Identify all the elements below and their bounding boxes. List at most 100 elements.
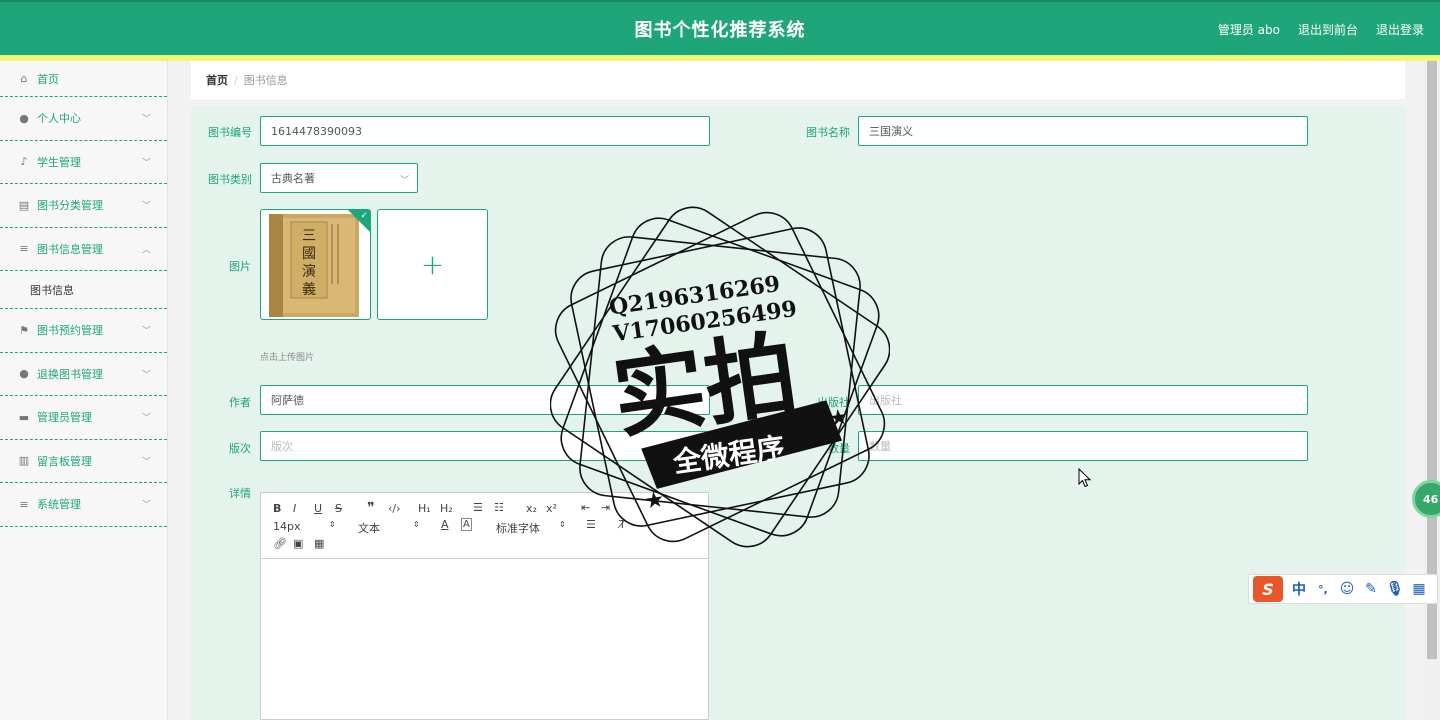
scrollbar-thumb[interactable]	[1427, 61, 1437, 659]
grid-icon[interactable]: ▦	[1407, 581, 1431, 597]
sidebar-item-book-info[interactable]: ≡ 图书信息管理 ︿	[0, 228, 167, 271]
sidebar-item-label: 图书分类管理	[37, 199, 103, 213]
book-no-input[interactable]: 1614478390093	[260, 116, 710, 146]
heading2-icon[interactable]: H₂	[440, 502, 453, 515]
svg-text:演: 演	[302, 264, 316, 280]
category-select-value: 古典名著	[271, 172, 315, 185]
image-icon[interactable]: ▣	[293, 537, 303, 550]
breadcrumb-home[interactable]: 首页	[206, 72, 228, 88]
link-icon[interactable]: 🔗︎	[273, 537, 287, 550]
chevron-down-icon: ﹀	[141, 370, 151, 381]
bold-icon[interactable]: B	[273, 502, 281, 515]
chevron-down-icon: ﹀	[141, 114, 151, 125]
chart-icon: ▤	[18, 198, 30, 212]
chevron-up-icon: ︿	[141, 245, 151, 256]
heading1-icon[interactable]: H₁	[418, 502, 431, 515]
sidebar-item-label: 首页	[37, 72, 59, 86]
ordered-list-icon[interactable]: ☰	[473, 501, 483, 514]
video-icon[interactable]: ▦	[314, 537, 324, 550]
home-icon: ⌂	[20, 72, 28, 85]
sidebar-item-label: 留言板管理	[37, 454, 92, 468]
bullet-list-icon[interactable]: ☷	[494, 501, 504, 514]
ime-toolbar: S 中 °, ☺ ✎ 🎙︎ ▦	[1248, 574, 1438, 604]
plus-icon: +	[420, 248, 445, 281]
chevron-down-icon: ﹀	[141, 500, 151, 511]
font-family-select[interactable]: 标准字体	[496, 520, 540, 536]
back-to-front-link[interactable]: 退出到前台	[1298, 21, 1358, 38]
publisher-input[interactable]: 出版社	[858, 385, 1308, 415]
detail-label: 详情	[229, 487, 251, 500]
sidebar-item-reservations[interactable]: ⚑ 图书预约管理 ﹀	[0, 309, 167, 353]
breadcrumb-separator: /	[234, 73, 238, 87]
uploaded-image-thumb[interactable]: 三 國 演 義 ✓	[260, 209, 371, 320]
italic-icon[interactable]: I	[293, 502, 296, 515]
chevron-down-icon: ﹀	[399, 176, 409, 186]
chevron-down-icon: ﹀	[141, 158, 151, 169]
user-icon: ●	[19, 111, 29, 125]
strike-icon[interactable]: S	[335, 502, 342, 515]
list-icon: ≡	[19, 497, 29, 511]
sidebar-item-admins[interactable]: ▬ 管理员管理 ﹀	[0, 396, 167, 440]
pen-icon[interactable]: ✎	[1359, 581, 1383, 597]
sidebar-item-label: 退换图书管理	[37, 367, 103, 381]
quote-icon[interactable]: ❞	[367, 500, 375, 516]
code-icon[interactable]: ‹/›	[388, 502, 401, 515]
sidebar-item-profile[interactable]: ● 个人中心 ﹀	[0, 97, 167, 141]
chevron-down-icon: ﹀	[141, 326, 151, 337]
font-color-icon[interactable]: A	[441, 518, 449, 531]
ime-punct-toggle[interactable]: °,	[1311, 583, 1335, 596]
sidebar-subitem-label: 图书信息	[30, 283, 74, 297]
logout-link[interactable]: 退出登录	[1376, 21, 1424, 38]
bar-chart-icon: ▥	[18, 454, 30, 468]
author-label: 作者	[229, 396, 251, 409]
sogou-logo-icon[interactable]: S	[1253, 576, 1283, 602]
breadcrumb: 首页 / 图书信息	[191, 61, 1405, 99]
font-size-select[interactable]: 14px	[273, 520, 301, 533]
underline-icon[interactable]: U	[314, 502, 322, 515]
category-label: 图书类别	[208, 173, 252, 186]
book-no-label: 图书编号	[208, 126, 252, 139]
book-name-label: 图书名称	[806, 126, 850, 139]
book-cover-image: 三 國 演 義	[269, 214, 359, 317]
star-icon: ★	[827, 405, 850, 433]
quantity-input[interactable]: 数量	[858, 431, 1308, 461]
list-icon: ≡	[19, 242, 29, 256]
watermark-stamp: Q2196316269 V17060256499 实拍 全微程序 ★ ★	[550, 206, 890, 548]
breadcrumb-current: 图书信息	[243, 74, 288, 87]
block-type-chevron-icon: ⇕	[413, 520, 420, 529]
upload-image-button[interactable]: +	[377, 209, 488, 320]
floating-counter-badge[interactable]: 46	[1412, 480, 1440, 518]
sidebar-item-label: 图书预约管理	[37, 324, 103, 338]
sidebar-item-system[interactable]: ≡ 系统管理 ﹀	[0, 483, 167, 527]
mic-icon[interactable]: 🎙︎	[1383, 581, 1407, 597]
sidebar-item-label: 系统管理	[37, 498, 81, 512]
font-size-chevron-icon: ⇕	[329, 520, 336, 529]
block-type-select[interactable]: 文本	[358, 520, 380, 536]
image-label: 图片	[229, 260, 251, 273]
sidebar-item-book-category[interactable]: ▤ 图书分类管理 ﹀	[0, 184, 167, 228]
edition-label: 版次	[229, 442, 251, 455]
sidebar-item-label: 个人中心	[37, 112, 81, 126]
check-icon: ✓	[360, 211, 368, 221]
sidebar-item-students[interactable]: ♪ 学生管理 ﹀	[0, 141, 167, 184]
mouse-cursor-icon	[1078, 468, 1092, 488]
category-select[interactable]: 古典名著 ﹀	[260, 163, 418, 193]
monitor-icon: ▬	[18, 410, 30, 424]
subscript-icon[interactable]: x₂	[526, 502, 537, 515]
emoji-icon[interactable]: ☺	[1335, 581, 1359, 597]
top-header: 图书个性化推荐系统 管理员 abo 退出到前台 退出登录	[0, 0, 1440, 55]
book-name-input[interactable]: 三国演义	[858, 116, 1308, 146]
sidebar-item-home[interactable]: ⌂ 首页	[0, 61, 167, 97]
sidebar-subitem-book-info[interactable]: 图书信息	[0, 271, 167, 309]
sidebar-item-messages[interactable]: ▥ 留言板管理 ﹀	[0, 440, 167, 483]
page-scrollbar[interactable]	[1424, 61, 1440, 720]
sidebar-item-returns[interactable]: ● 退换图书管理 ﹀	[0, 353, 167, 396]
background-color-icon[interactable]: A	[461, 518, 472, 531]
header-links: 管理员 abo 退出到前台 退出登录	[1218, 21, 1424, 38]
svg-text:國: 國	[302, 246, 316, 262]
ime-lang-toggle[interactable]: 中	[1287, 579, 1311, 599]
admin-user-label[interactable]: 管理员 abo	[1218, 21, 1280, 38]
sidebar-item-label: 图书信息管理	[37, 242, 103, 256]
sidebar-item-label: 学生管理	[37, 155, 81, 169]
chevron-down-icon: ﹀	[141, 201, 151, 212]
